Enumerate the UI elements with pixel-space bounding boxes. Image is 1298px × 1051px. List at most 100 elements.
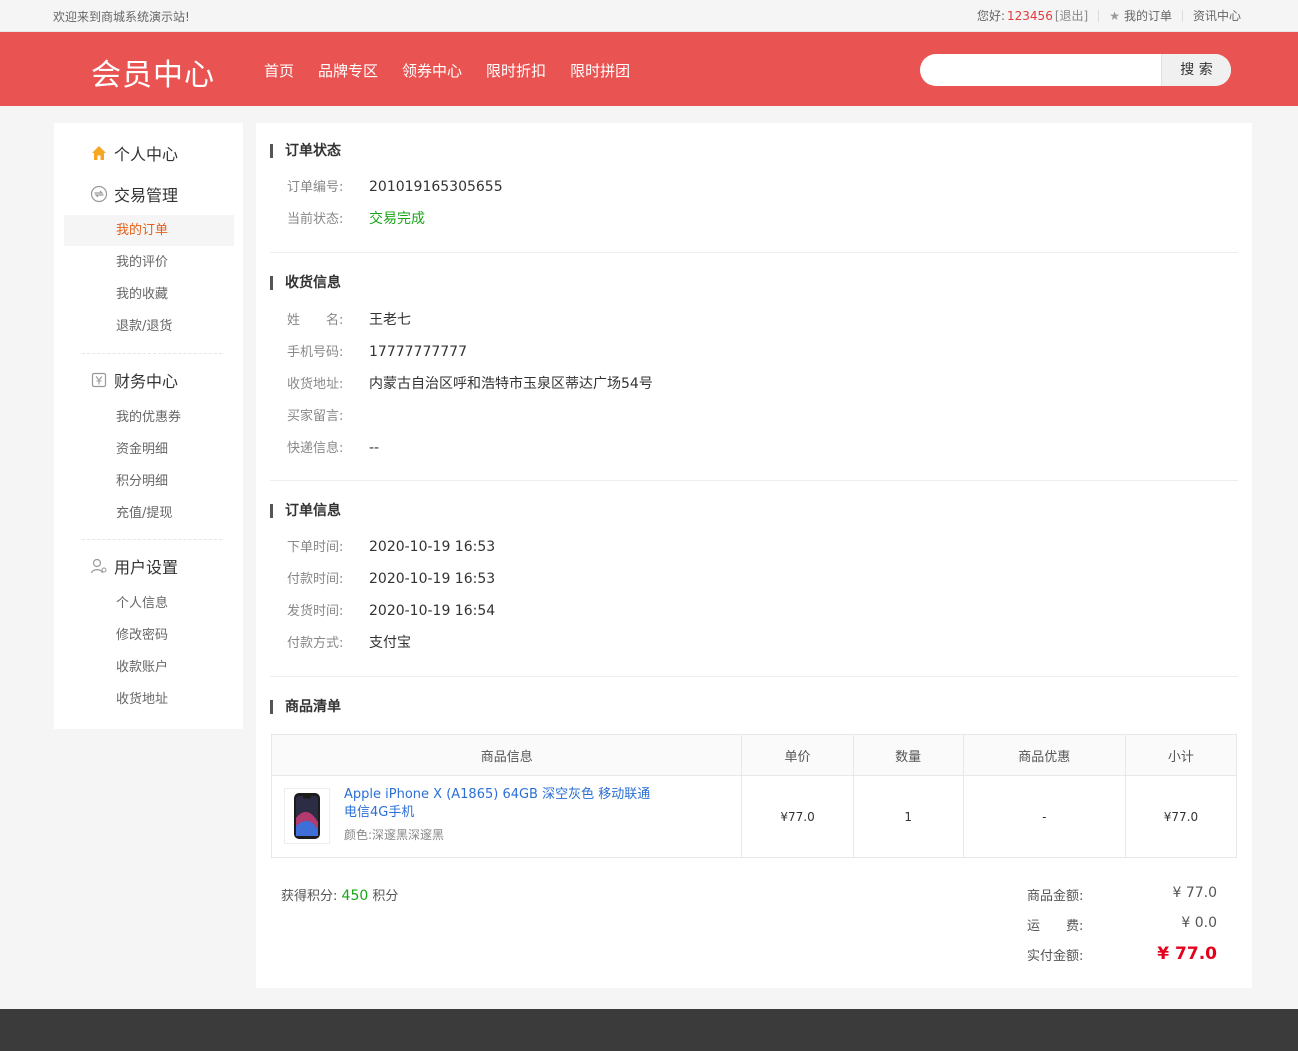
sidebar-item-favorites[interactable]: 我的收藏 — [64, 279, 234, 310]
order-number-row: 订单编号: 201019165305655 — [287, 176, 503, 195]
logout-link[interactable]: [退出] — [1055, 7, 1088, 24]
username-link[interactable]: 123456 — [1007, 9, 1053, 23]
section-title-order-info: 订单信息 — [270, 504, 341, 518]
nav-item-coupons[interactable]: 领券中心 — [402, 60, 462, 81]
paid-amount-value: ¥ 77.0 — [1157, 944, 1217, 964]
discount-cell: - — [962, 775, 1126, 858]
buyer-note-row: 买家留言: — [287, 405, 369, 424]
sidebar-item-fund-details[interactable]: 资金明细 — [64, 434, 234, 465]
paid-amount-label: 实付金额: — [1027, 948, 1084, 964]
welcome-text: 欢迎来到商城系统演示站! — [53, 10, 190, 24]
column-header-unit-price: 单价 — [741, 734, 854, 776]
section-divider — [270, 480, 1238, 481]
subtotal-cell: ¥77.0 — [1124, 775, 1238, 858]
express-label: 快递信息: — [287, 441, 344, 456]
order-number-label: 订单编号: — [287, 180, 344, 195]
sidebar-group-finance[interactable]: 财务中心 — [90, 368, 178, 392]
sidebar-group-title: 用户设置 — [114, 558, 179, 577]
top-bar-links: 您好: 123456 [退出] ★ 我的订单 资讯中心 — [977, 7, 1241, 24]
sidebar-item-profile[interactable]: 个人信息 — [64, 588, 234, 619]
sidebar-group-trade[interactable]: 交易管理 — [90, 182, 178, 206]
sidebar-item-my-reviews[interactable]: 我的评价 — [64, 247, 234, 278]
unit-price-cell: ¥77.0 — [741, 775, 854, 858]
sidebar-group-title: 个人中心 — [114, 145, 179, 164]
address-row: 收货地址: 内蒙古自治区呼和浩特市玉泉区蒂达广场54号 — [287, 373, 653, 393]
shipped-time-label: 发货时间: — [287, 604, 344, 619]
nav-item-brands[interactable]: 品牌专区 — [318, 60, 378, 81]
sidebar: 个人中心 交易管理 我的订单 我的评价 我的收藏 退款/退货 财务中心 我的优惠… — [54, 123, 243, 729]
goods-info-cell: Apple iPhone X (A1865) 64GB 深空灰色 移动联通电信4… — [270, 775, 743, 858]
product-name-link[interactable]: Apple iPhone X (A1865) 64GB 深空灰色 移动联通电信4… — [344, 786, 654, 822]
greeting-text: 您好: — [976, 9, 1006, 23]
paid-time-value: 2020-10-19 16:53 — [369, 571, 496, 587]
divider — [1181, 9, 1183, 22]
product-spec: 颜色:深邃黑深邃黑 — [344, 828, 445, 842]
phone-label: 手机号码: — [287, 345, 344, 360]
express-row: 快递信息: -- — [287, 437, 379, 456]
main-nav: 首页 品牌专区 领券中心 限时折扣 限时拼团 — [264, 60, 654, 81]
shipping-fee-label: 运 费: — [1027, 919, 1084, 934]
shipped-time-value: 2020-10-19 16:54 — [369, 603, 496, 619]
points-value: 450 — [341, 888, 369, 904]
earned-points: 获得积分: 450 积分 — [281, 885, 398, 904]
goods-amount-row: 商品金额: ¥ 77.0 — [1027, 885, 1217, 904]
site-logo[interactable]: 会员中心 — [91, 50, 215, 94]
address-label: 收货地址: — [287, 377, 344, 392]
points-unit: 积分 — [372, 889, 399, 904]
sidebar-item-password[interactable]: 修改密码 — [64, 620, 234, 651]
product-thumbnail[interactable] — [284, 788, 330, 844]
column-header-subtotal: 小计 — [1124, 734, 1238, 776]
user-icon — [90, 557, 108, 575]
sidebar-item-payout-account[interactable]: 收款账户 — [64, 652, 234, 683]
search-button[interactable]: 搜 索 — [1161, 54, 1231, 86]
sidebar-group-title: 财务中心 — [114, 372, 179, 391]
column-header-quantity: 数量 — [852, 734, 964, 776]
finance-icon — [90, 371, 108, 389]
sidebar-group-title: 交易管理 — [114, 186, 179, 205]
created-time-value: 2020-10-19 16:53 — [369, 539, 496, 555]
home-icon — [90, 144, 108, 162]
order-status-value: 交易完成 — [369, 211, 425, 227]
phone-row: 手机号码: 17777777777 — [287, 341, 467, 360]
goods-amount-label: 商品金额: — [1027, 889, 1084, 904]
section-divider — [270, 252, 1238, 253]
sidebar-item-refunds[interactable]: 退款/退货 — [64, 311, 234, 342]
pay-method-value: 支付宝 — [369, 635, 411, 651]
sidebar-group-personal[interactable]: 个人中心 — [90, 141, 178, 165]
sidebar-item-coupons[interactable]: 我的优惠券 — [64, 402, 234, 433]
goods-table: 商品信息 单价 数量 商品优惠 小计 Apple iPhone X (A1865… — [270, 734, 1238, 858]
buyer-note-label: 买家留言: — [287, 409, 344, 424]
exchange-icon — [90, 185, 108, 203]
nav-item-discounts[interactable]: 限时折扣 — [486, 60, 546, 81]
section-divider — [270, 676, 1238, 677]
divider — [1098, 9, 1100, 22]
sidebar-group-settings[interactable]: 用户设置 — [90, 554, 178, 578]
recipient-name-label: 姓 名: — [287, 313, 344, 328]
nav-item-group-buy[interactable]: 限时拼团 — [570, 60, 630, 81]
paid-amount-row: 实付金额: ¥ 77.0 — [1027, 944, 1217, 964]
pay-method-row: 付款方式: 支付宝 — [287, 632, 411, 652]
column-header-goods-info: 商品信息 — [270, 734, 743, 776]
my-orders-link[interactable]: 我的订单 — [1124, 7, 1172, 24]
column-header-discount: 商品优惠 — [962, 734, 1126, 776]
sidebar-item-recharge[interactable]: 充值/提现 — [64, 498, 234, 529]
goods-amount-value: ¥ 77.0 — [1172, 885, 1217, 901]
sidebar-item-my-orders[interactable]: 我的订单 — [64, 215, 234, 246]
table-header-row: 商品信息 单价 数量 商品优惠 小计 — [270, 734, 1238, 776]
nav-item-home[interactable]: 首页 — [264, 60, 294, 81]
pay-method-label: 付款方式: — [287, 636, 344, 651]
top-bar: 欢迎来到商城系统演示站! 您好: 123456 [退出] ★ 我的订单 资讯中心 — [0, 0, 1298, 32]
header: 会员中心 首页 品牌专区 领券中心 限时折扣 限时拼团 搜 索 — [0, 32, 1298, 106]
sidebar-item-points-details[interactable]: 积分明细 — [64, 466, 234, 497]
quantity-cell: 1 — [852, 775, 964, 858]
section-title-order-status: 订单状态 — [270, 144, 341, 158]
search-input[interactable] — [930, 54, 1158, 86]
recipient-name-row: 姓 名: 王老七 — [287, 309, 411, 329]
order-status-row: 当前状态: 交易完成 — [287, 208, 425, 228]
news-center-link[interactable]: 资讯中心 — [1193, 7, 1241, 24]
sidebar-divider — [82, 539, 222, 540]
sidebar-item-address[interactable]: 收货地址 — [64, 684, 234, 715]
table-row: Apple iPhone X (A1865) 64GB 深空灰色 移动联通电信4… — [270, 775, 1238, 858]
section-title-shipping: 收货信息 — [270, 276, 341, 290]
order-number-value: 201019165305655 — [369, 179, 503, 195]
